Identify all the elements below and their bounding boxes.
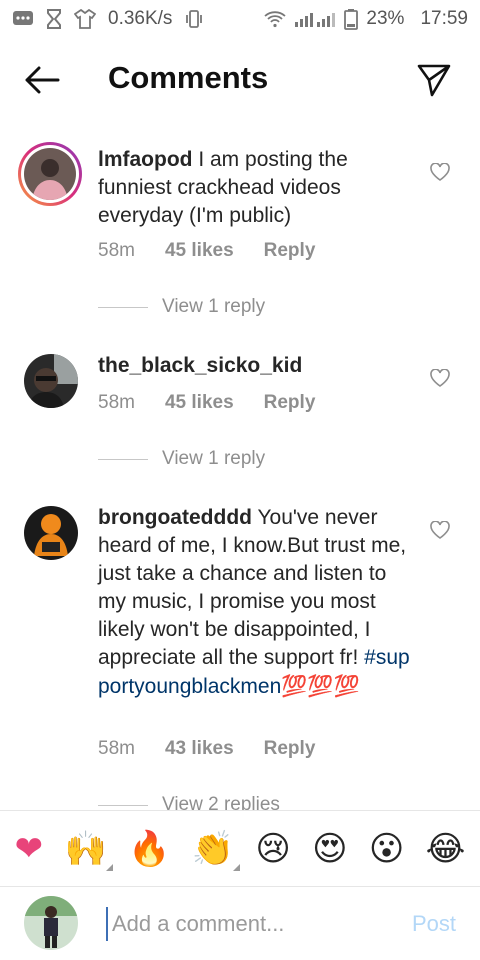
heart-outline-icon: [430, 369, 450, 387]
divider-line: [98, 306, 148, 308]
laughing-face-emoji-button[interactable]: 😂: [426, 829, 466, 869]
comment-meta: 58m 45 likes Reply: [98, 240, 315, 262]
back-button[interactable]: [22, 62, 62, 98]
comment-input[interactable]: [106, 907, 396, 941]
comment-username[interactable]: lmfaopod: [98, 148, 193, 171]
current-user-avatar[interactable]: [24, 896, 78, 950]
signal-icon: [294, 10, 336, 28]
comment-item: lmfaopod I am posting the funniest crack…: [0, 138, 480, 328]
comment-username[interactable]: the_black_sicko_kid: [98, 354, 302, 377]
wifi-icon: [264, 10, 287, 28]
raising-hands-emoji-button[interactable]: 🙌: [64, 828, 113, 871]
view-replies-button[interactable]: View 1 reply: [98, 296, 265, 318]
comment-meta: 58m 43 likes Reply: [98, 738, 315, 760]
comment-composer: Post: [0, 886, 480, 960]
raising-hands-emoji: 🙌: [64, 828, 107, 869]
battery-level: 23%: [366, 8, 405, 29]
comment-time: 58m: [98, 392, 135, 413]
heart-outline-icon: [430, 521, 450, 539]
divider-line: [98, 458, 148, 460]
network-speed: 0.36K/s: [108, 8, 173, 29]
comment-item: brongoatedddd You've never heard of me, …: [0, 504, 480, 810]
clapping-emoji-button[interactable]: 👏: [191, 828, 241, 871]
like-comment-button[interactable]: [428, 160, 452, 184]
comment-username[interactable]: brongoatedddd: [98, 506, 252, 529]
reply-button[interactable]: Reply: [264, 240, 316, 262]
share-button[interactable]: [414, 60, 454, 100]
comment-item: the_black_sicko_kid 58m 45 likes Reply V…: [0, 352, 480, 482]
comment-text: lmfaopod I am posting the funniest crack…: [98, 146, 410, 230]
message-icon: [12, 10, 34, 28]
avatar[interactable]: [24, 506, 78, 560]
comment-emoji: 💯💯💯: [281, 674, 360, 698]
tshirt-icon: [74, 9, 96, 29]
view-replies-label: View 1 reply: [162, 448, 266, 469]
view-replies-button[interactable]: View 2 replies: [98, 794, 280, 810]
vibrate-icon: [184, 10, 204, 28]
avatar-story-ring[interactable]: [18, 142, 82, 206]
fire-emoji-button[interactable]: 🔥: [128, 829, 170, 869]
battery-icon: [344, 8, 359, 30]
view-replies-button[interactable]: View 1 reply: [98, 448, 265, 470]
comment-likes[interactable]: 45 likes: [165, 392, 234, 414]
clock: 17:59: [420, 8, 468, 29]
comment-text: the_black_sicko_kid: [98, 352, 410, 380]
page-title: Comments: [108, 60, 269, 95]
comment-likes[interactable]: 43 likes: [165, 738, 234, 760]
reply-button[interactable]: Reply: [264, 392, 316, 414]
comment-time: 58m: [98, 240, 135, 261]
emoji-reaction-bar: ❤ 🙌 🔥 👏 😢 😍 😮 😂: [0, 810, 480, 886]
clapping-emoji: 👏: [191, 828, 235, 869]
comment-meta: 58m 45 likes Reply: [98, 392, 315, 414]
divider-line: [98, 804, 148, 806]
back-arrow-icon: [25, 66, 60, 94]
reply-button[interactable]: Reply: [264, 738, 316, 760]
status-bar: 0.36K/s 23% 17:59: [0, 0, 480, 38]
hourglass-icon: [46, 9, 62, 29]
comment-content: You've never heard of me, I know.But tru…: [98, 506, 407, 669]
comments-list: lmfaopod I am posting the funniest crack…: [0, 138, 480, 810]
avatar[interactable]: [24, 354, 78, 408]
view-replies-label: View 1 reply: [162, 296, 266, 317]
heart-eyes-emoji-button[interactable]: 😍: [312, 829, 347, 869]
header: Comments: [0, 44, 480, 116]
avatar: [24, 148, 76, 200]
crying-face-emoji-button[interactable]: 😢: [255, 829, 290, 869]
comment-time: 58m: [98, 738, 135, 759]
like-comment-button[interactable]: [428, 518, 452, 542]
view-replies-label: View 2 replies: [162, 794, 280, 810]
post-button[interactable]: Post: [412, 911, 456, 937]
like-comment-button[interactable]: [428, 366, 452, 390]
heart-outline-icon: [430, 163, 450, 181]
comment-text: brongoatedddd You've never heard of me, …: [98, 504, 410, 701]
heart-emoji-button[interactable]: ❤: [15, 829, 44, 869]
surprised-face-emoji-button[interactable]: 😮: [369, 829, 404, 869]
comment-likes[interactable]: 45 likes: [165, 240, 234, 262]
send-icon: [417, 64, 451, 97]
